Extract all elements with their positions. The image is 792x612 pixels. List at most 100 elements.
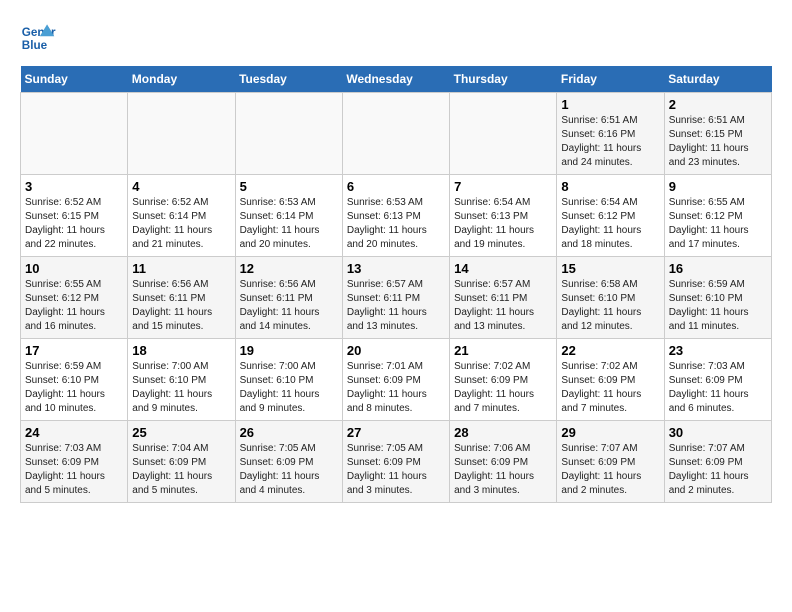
calendar-cell: 15Sunrise: 6:58 AM Sunset: 6:10 PM Dayli…: [557, 257, 664, 339]
day-number: 23: [669, 343, 767, 358]
day-info: Sunrise: 6:54 AM Sunset: 6:12 PM Dayligh…: [561, 196, 659, 252]
day-number: 18: [132, 343, 230, 358]
logo-icon: General Blue: [20, 20, 56, 56]
day-info: Sunrise: 7:02 AM Sunset: 6:09 PM Dayligh…: [561, 360, 659, 416]
weekday-header-thursday: Thursday: [450, 66, 557, 93]
day-number: 22: [561, 343, 659, 358]
day-number: 25: [132, 425, 230, 440]
calendar-cell: [342, 93, 449, 175]
day-number: 10: [25, 261, 123, 276]
day-number: 24: [25, 425, 123, 440]
calendar-body: 1 Sunrise: 6:51 AM Sunset: 6:16 PM Daylig…: [21, 93, 772, 503]
calendar-cell: 8 Sunrise: 6:54 AM Sunset: 6:12 PM Daylig…: [557, 175, 664, 257]
calendar-cell: 16Sunrise: 6:59 AM Sunset: 6:10 PM Dayli…: [664, 257, 771, 339]
calendar-cell: [128, 93, 235, 175]
day-info: Sunrise: 6:55 AM Sunset: 6:12 PM Dayligh…: [25, 278, 123, 334]
calendar-week-row: 3 Sunrise: 6:52 AM Sunset: 6:15 PM Daylig…: [21, 175, 772, 257]
calendar-cell: 6 Sunrise: 6:53 AM Sunset: 6:13 PM Daylig…: [342, 175, 449, 257]
day-number: 27: [347, 425, 445, 440]
calendar-cell: 25Sunrise: 7:04 AM Sunset: 6:09 PM Dayli…: [128, 421, 235, 503]
calendar-cell: [21, 93, 128, 175]
day-number: 16: [669, 261, 767, 276]
day-info: Sunrise: 6:52 AM Sunset: 6:14 PM Dayligh…: [132, 196, 230, 252]
calendar-cell: 29 Sunrise: 7:07 AM Sunset: 6:09 PM Dayli…: [557, 421, 664, 503]
day-info: Sunrise: 6:56 AM Sunset: 6:11 PM Dayligh…: [132, 278, 230, 334]
day-number: 3: [25, 179, 123, 194]
calendar-cell: 23Sunrise: 7:03 AM Sunset: 6:09 PM Dayli…: [664, 339, 771, 421]
day-info: Sunrise: 6:56 AM Sunset: 6:11 PM Dayligh…: [240, 278, 338, 334]
calendar-cell: 11 Sunrise: 6:56 AM Sunset: 6:11 PM Dayli…: [128, 257, 235, 339]
day-info: Sunrise: 6:59 AM Sunset: 6:10 PM Dayligh…: [25, 360, 123, 416]
weekday-header-sunday: Sunday: [21, 66, 128, 93]
calendar-cell: 4Sunrise: 6:52 AM Sunset: 6:14 PM Daylig…: [128, 175, 235, 257]
day-number: 8: [561, 179, 659, 194]
day-info: Sunrise: 7:02 AM Sunset: 6:09 PM Dayligh…: [454, 360, 552, 416]
day-info: Sunrise: 6:51 AM Sunset: 6:16 PM Dayligh…: [561, 114, 659, 170]
calendar-cell: 27Sunrise: 7:05 AM Sunset: 6:09 PM Dayli…: [342, 421, 449, 503]
day-number: 7: [454, 179, 552, 194]
calendar-cell: 2 Sunrise: 6:51 AM Sunset: 6:15 PM Daylig…: [664, 93, 771, 175]
day-number: 26: [240, 425, 338, 440]
day-number: 30: [669, 425, 767, 440]
calendar-cell: 14 Sunrise: 6:57 AM Sunset: 6:11 PM Dayli…: [450, 257, 557, 339]
day-number: 15: [561, 261, 659, 276]
weekday-header-friday: Friday: [557, 66, 664, 93]
weekday-header-row: SundayMondayTuesdayWednesdayThursdayFrid…: [21, 66, 772, 93]
day-number: 28: [454, 425, 552, 440]
svg-text:Blue: Blue: [22, 39, 48, 52]
day-info: Sunrise: 7:07 AM Sunset: 6:09 PM Dayligh…: [561, 442, 659, 498]
day-number: 6: [347, 179, 445, 194]
calendar-cell: 18 Sunrise: 7:00 AM Sunset: 6:10 PM Dayli…: [128, 339, 235, 421]
day-info: Sunrise: 7:07 AM Sunset: 6:09 PM Dayligh…: [669, 442, 767, 498]
day-number: 2: [669, 97, 767, 112]
calendar-cell: 3 Sunrise: 6:52 AM Sunset: 6:15 PM Daylig…: [21, 175, 128, 257]
day-info: Sunrise: 7:06 AM Sunset: 6:09 PM Dayligh…: [454, 442, 552, 498]
day-number: 20: [347, 343, 445, 358]
day-number: 13: [347, 261, 445, 276]
calendar-cell: 17 Sunrise: 6:59 AM Sunset: 6:10 PM Dayli…: [21, 339, 128, 421]
day-info: Sunrise: 6:57 AM Sunset: 6:11 PM Dayligh…: [454, 278, 552, 334]
calendar-week-row: 10 Sunrise: 6:55 AM Sunset: 6:12 PM Dayli…: [21, 257, 772, 339]
calendar-cell: 5 Sunrise: 6:53 AM Sunset: 6:14 PM Daylig…: [235, 175, 342, 257]
day-info: Sunrise: 7:03 AM Sunset: 6:09 PM Dayligh…: [25, 442, 123, 498]
calendar-cell: 7 Sunrise: 6:54 AM Sunset: 6:13 PM Daylig…: [450, 175, 557, 257]
calendar-cell: 24 Sunrise: 7:03 AM Sunset: 6:09 PM Dayli…: [21, 421, 128, 503]
day-number: 11: [132, 261, 230, 276]
calendar-cell: 30 Sunrise: 7:07 AM Sunset: 6:09 PM Dayli…: [664, 421, 771, 503]
day-number: 1: [561, 97, 659, 112]
day-info: Sunrise: 6:53 AM Sunset: 6:14 PM Dayligh…: [240, 196, 338, 252]
day-number: 21: [454, 343, 552, 358]
calendar-cell: 9Sunrise: 6:55 AM Sunset: 6:12 PM Daylig…: [664, 175, 771, 257]
day-info: Sunrise: 6:57 AM Sunset: 6:11 PM Dayligh…: [347, 278, 445, 334]
day-info: Sunrise: 6:54 AM Sunset: 6:13 PM Dayligh…: [454, 196, 552, 252]
calendar-cell: 28 Sunrise: 7:06 AM Sunset: 6:09 PM Dayli…: [450, 421, 557, 503]
day-number: 29: [561, 425, 659, 440]
day-number: 17: [25, 343, 123, 358]
calendar-week-row: 24 Sunrise: 7:03 AM Sunset: 6:09 PM Dayli…: [21, 421, 772, 503]
day-number: 5: [240, 179, 338, 194]
calendar-week-row: 17 Sunrise: 6:59 AM Sunset: 6:10 PM Dayli…: [21, 339, 772, 421]
day-info: Sunrise: 6:52 AM Sunset: 6:15 PM Dayligh…: [25, 196, 123, 252]
day-info: Sunrise: 7:00 AM Sunset: 6:10 PM Dayligh…: [132, 360, 230, 416]
day-info: Sunrise: 7:01 AM Sunset: 6:09 PM Dayligh…: [347, 360, 445, 416]
day-info: Sunrise: 6:51 AM Sunset: 6:15 PM Dayligh…: [669, 114, 767, 170]
weekday-header-wednesday: Wednesday: [342, 66, 449, 93]
calendar-cell: 26 Sunrise: 7:05 AM Sunset: 6:09 PM Dayli…: [235, 421, 342, 503]
calendar-cell: 22 Sunrise: 7:02 AM Sunset: 6:09 PM Dayli…: [557, 339, 664, 421]
calendar-cell: 10 Sunrise: 6:55 AM Sunset: 6:12 PM Dayli…: [21, 257, 128, 339]
calendar-week-row: 1 Sunrise: 6:51 AM Sunset: 6:16 PM Daylig…: [21, 93, 772, 175]
day-info: Sunrise: 7:05 AM Sunset: 6:09 PM Dayligh…: [240, 442, 338, 498]
day-info: Sunrise: 7:00 AM Sunset: 6:10 PM Dayligh…: [240, 360, 338, 416]
calendar-table: SundayMondayTuesdayWednesdayThursdayFrid…: [20, 66, 772, 503]
day-info: Sunrise: 6:53 AM Sunset: 6:13 PM Dayligh…: [347, 196, 445, 252]
weekday-header-saturday: Saturday: [664, 66, 771, 93]
day-info: Sunrise: 6:55 AM Sunset: 6:12 PM Dayligh…: [669, 196, 767, 252]
calendar-cell: 20 Sunrise: 7:01 AM Sunset: 6:09 PM Dayli…: [342, 339, 449, 421]
calendar-header: SundayMondayTuesdayWednesdayThursdayFrid…: [21, 66, 772, 93]
weekday-header-tuesday: Tuesday: [235, 66, 342, 93]
calendar-cell: 13 Sunrise: 6:57 AM Sunset: 6:11 PM Dayli…: [342, 257, 449, 339]
calendar-cell: [450, 93, 557, 175]
calendar-cell: 12Sunrise: 6:56 AM Sunset: 6:11 PM Dayli…: [235, 257, 342, 339]
calendar-cell: 19Sunrise: 7:00 AM Sunset: 6:10 PM Dayli…: [235, 339, 342, 421]
day-number: 14: [454, 261, 552, 276]
